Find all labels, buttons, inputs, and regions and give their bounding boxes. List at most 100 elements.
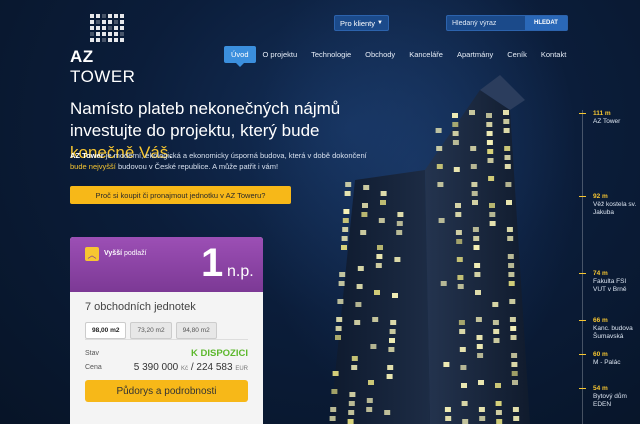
- window-light: [452, 113, 458, 118]
- window-light: [438, 218, 445, 223]
- logo-mark: [90, 14, 150, 42]
- floor-nav-label[interactable]: Vyšší podlaží: [104, 250, 147, 257]
- window-light: [363, 185, 370, 190]
- window-light: [495, 410, 502, 415]
- window-light: [436, 164, 443, 169]
- window-light: [455, 230, 462, 235]
- window-light: [472, 200, 478, 205]
- window-light: [473, 245, 480, 250]
- window-light: [473, 236, 480, 241]
- tab-unit-1[interactable]: 98,00 m2: [85, 322, 127, 339]
- window-light: [374, 290, 380, 295]
- window-light: [335, 335, 341, 340]
- tab-unit-2[interactable]: 73,20 m2: [130, 322, 172, 339]
- window-light: [459, 329, 466, 334]
- window-light: [504, 146, 511, 151]
- window-light: [458, 320, 465, 325]
- status-row: Stav K DISPOZICI: [85, 346, 248, 360]
- client-select-label: Pro klienty: [340, 18, 376, 28]
- floorplan-button[interactable]: Půdorys a podrobnosti: [85, 380, 248, 402]
- window-light: [489, 212, 496, 217]
- window-light: [357, 266, 364, 271]
- window-light: [510, 335, 517, 340]
- search-button[interactable]: HLEDAT: [525, 16, 567, 30]
- window-light: [477, 353, 484, 358]
- nav-item-cenik[interactable]: Ceník: [500, 46, 534, 63]
- window-light: [460, 365, 467, 370]
- window-light: [479, 416, 486, 421]
- status-label: Stav: [85, 349, 100, 357]
- window-light: [493, 338, 500, 343]
- window-light: [489, 203, 495, 208]
- window-light: [478, 380, 484, 385]
- hero-lead: AZ Tower je moderní, ekologická a ekonom…: [70, 151, 367, 171]
- window-light: [511, 371, 518, 376]
- window-light: [489, 221, 496, 226]
- window-light: [380, 191, 387, 196]
- window-light: [461, 383, 467, 388]
- price-value: 5 390 000 Kč / 224 583 EUR: [133, 361, 248, 373]
- window-light: [452, 131, 459, 136]
- window-light: [496, 419, 503, 424]
- window-light: [378, 218, 385, 223]
- floor-number: 1: [201, 241, 224, 285]
- window-light: [470, 164, 477, 169]
- nav-item-technologie[interactable]: Technologie: [304, 46, 358, 63]
- window-light: [470, 146, 477, 151]
- window-light: [486, 122, 493, 127]
- window-light: [397, 212, 404, 217]
- window-light: [366, 398, 373, 403]
- nav-item-obchody[interactable]: Obchody: [358, 46, 402, 63]
- height-mark: 74 m Fakulta FSI VUT v Brně: [579, 270, 639, 294]
- search-input[interactable]: [447, 16, 525, 30]
- window-light: [475, 317, 482, 322]
- window-light: [331, 389, 338, 394]
- window-light: [351, 356, 358, 361]
- window-light: [493, 329, 500, 334]
- window-light: [380, 200, 386, 205]
- nav-item-apartmany[interactable]: Apartmány: [450, 46, 500, 63]
- window-light: [341, 245, 347, 250]
- nav-item-uvod[interactable]: Úvod: [224, 46, 256, 67]
- units-count: 7 obchodních jednotek: [85, 301, 196, 313]
- nav-item-kancelare[interactable]: Kanceláře: [402, 46, 450, 63]
- why-buy-button[interactable]: Proč si koupit či pronajmout jednotku v …: [70, 186, 291, 204]
- window-light: [512, 407, 519, 412]
- window-light: [512, 380, 518, 385]
- window-light: [348, 410, 355, 415]
- window-light: [476, 344, 483, 349]
- nav-item-o-projektu[interactable]: O projektu: [256, 46, 305, 63]
- window-light: [338, 281, 345, 286]
- window-light: [511, 353, 518, 358]
- tab-unit-3[interactable]: 94,80 m2: [175, 322, 217, 339]
- window-light: [488, 176, 495, 181]
- floor-up-icon[interactable]: ︿: [85, 247, 99, 261]
- price-row: Cena 5 390 000 Kč / 224 583 EUR: [85, 360, 248, 374]
- window-light: [503, 128, 510, 133]
- window-light: [510, 326, 517, 331]
- window-light: [445, 416, 452, 421]
- window-light: [354, 320, 361, 325]
- logo[interactable]: AZ TOWER: [70, 14, 150, 87]
- floor-header: ︿ Vyšší podlaží 1 n.p.: [70, 237, 263, 292]
- window-light: [377, 245, 383, 250]
- window-light: [347, 419, 354, 424]
- window-light: [457, 275, 464, 280]
- search-box: HLEDAT: [446, 15, 568, 31]
- window-light: [342, 218, 349, 223]
- window-light: [513, 416, 520, 421]
- window-light: [360, 230, 367, 235]
- client-select[interactable]: Pro klienty ▼: [334, 15, 389, 31]
- window-light: [474, 272, 481, 277]
- window-light: [348, 401, 355, 406]
- floor-suffix: n.p.: [227, 263, 254, 280]
- window-light: [396, 221, 403, 226]
- window-light: [452, 122, 459, 127]
- window-light: [456, 257, 463, 262]
- main-nav: Úvod O projektu Technologie Obchody Kanc…: [224, 46, 573, 67]
- window-light: [486, 113, 492, 118]
- window-light: [351, 365, 358, 370]
- window-light: [376, 254, 383, 259]
- nav-item-kontakt[interactable]: Kontakt: [534, 46, 573, 63]
- window-light: [437, 182, 444, 187]
